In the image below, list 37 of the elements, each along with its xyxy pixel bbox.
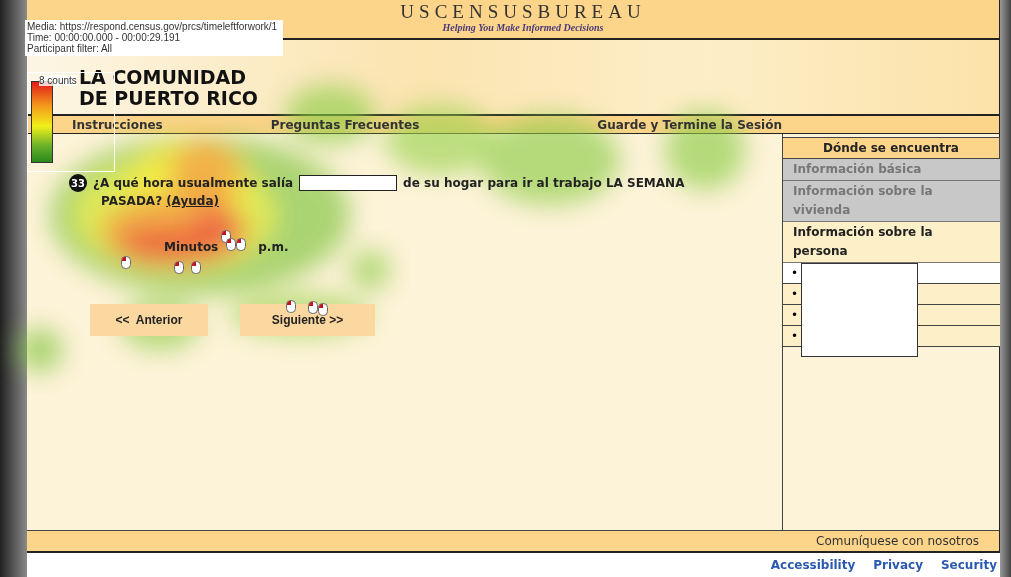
mouse-click-icon: [308, 301, 318, 314]
footer-link[interactable]: Security: [940, 558, 997, 572]
hour-input-field[interactable]: [299, 175, 398, 191]
mouse-click-icon: [318, 303, 328, 316]
sidebar-subitem[interactable]: •: [783, 263, 801, 283]
nav-link[interactable]: Guarde y Termine la Sesión: [597, 117, 782, 132]
hero-title-line: DE PUERTO RICO: [79, 88, 258, 109]
info-line: Media: https://respond.census.gov/prcs/timeleftforwork/1: [27, 21, 278, 32]
help-link[interactable]: (Ayuda): [166, 194, 219, 208]
info-line: Time: 00:00:00.000 - 00:00:29.191: [27, 32, 181, 43]
sidebar-subitem[interactable]: •: [783, 326, 801, 346]
time-label: p.m.: [258, 240, 289, 254]
question-text: ¿A qué hora usualmente salía: [93, 176, 294, 190]
next-button[interactable]: Siguiente >>: [240, 304, 375, 336]
mouse-click-icon: [174, 261, 184, 274]
question-text: de su hogar para ir al trabajo LA SEMANA: [403, 176, 685, 190]
site-title: USCENSUSBUREAU: [400, 2, 646, 22]
sidebar-subitem[interactable]: •: [783, 284, 801, 304]
sidebar-item[interactable]: Información sobre la persona: [783, 222, 1000, 263]
mouse-click-icon: [121, 256, 131, 269]
mouse-click-icon: [191, 261, 201, 274]
question-text: PASADA?: [101, 194, 163, 208]
previous-button[interactable]: << Anterior: [90, 304, 208, 336]
footer-link[interactable]: Privacy: [873, 558, 923, 572]
sidebar-subitem[interactable]: •: [783, 305, 801, 325]
contact-link[interactable]: Comuníquese con nosotros: [816, 534, 979, 548]
info-line: Participant filter: All: [27, 43, 114, 54]
nav-link[interactable]: Preguntas Frecuentes: [270, 117, 420, 132]
footer-link[interactable]: Accessibility: [770, 558, 856, 572]
site-tagline: Helping You Make Informed Decisions: [442, 22, 604, 33]
mouse-click-icon: [226, 238, 236, 251]
time-label: Minutos: [164, 240, 219, 254]
mouse-click-icon: [236, 238, 246, 251]
legend-label: 8 counts: [39, 75, 77, 86]
mouse-click-icon: [286, 300, 296, 313]
question-number: 33: [69, 174, 87, 192]
sidebar-title: Dónde se encuentra: [783, 137, 1000, 159]
